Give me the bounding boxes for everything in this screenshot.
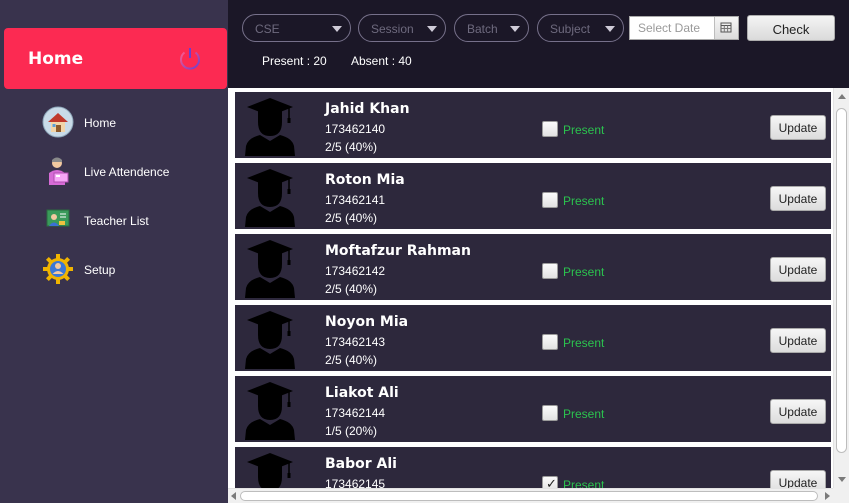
sidebar-item-live-attendence[interactable]: Live Attendence [42, 153, 222, 187]
student-list: Jahid Khan 173462140 2/5 (40%) Present U… [230, 88, 833, 488]
student-id: 173462145 [325, 477, 386, 488]
present-label: Present [563, 336, 605, 350]
power-icon[interactable] [177, 45, 203, 73]
update-button[interactable]: Update [770, 399, 826, 424]
graduate-avatar-icon [245, 311, 295, 369]
present-checkbox[interactable] [542, 405, 558, 421]
chevron-down-icon [605, 26, 615, 32]
sidebar-item-label: Teacher List [84, 214, 149, 228]
scroll-left-icon[interactable] [231, 492, 236, 500]
horizontal-scroll-thumb[interactable] [240, 491, 818, 501]
session-select-value: Session [371, 22, 414, 36]
subject-select-value: Subject [550, 22, 591, 36]
department-select[interactable]: CSE [242, 14, 351, 42]
house-icon [42, 106, 74, 138]
student-id: 173462144 [325, 406, 386, 420]
scroll-down-icon[interactable] [838, 477, 846, 482]
checkmark-icon: ✓ [546, 476, 557, 489]
chevron-down-icon [510, 26, 520, 32]
scroll-up-icon[interactable] [838, 94, 846, 99]
session-select[interactable]: Session [358, 14, 446, 42]
present-checkbox[interactable] [542, 263, 558, 279]
graduate-avatar-icon [245, 98, 295, 156]
student-card: Moftafzur Rahman 173462142 2/5 (40%) Pre… [235, 234, 831, 300]
teacher-presentation-icon [49, 157, 69, 185]
student-name: Roton Mia [325, 172, 405, 188]
student-id: 173462140 [325, 122, 386, 136]
attendance-ratio: 2/5 (40%) [325, 353, 378, 367]
update-button[interactable]: Update [770, 186, 826, 211]
present-label: Present [563, 194, 605, 208]
student-card: Jahid Khan 173462140 2/5 (40%) Present U… [235, 92, 831, 158]
home-header-title: Home [28, 49, 84, 69]
gear-user-icon [43, 254, 73, 284]
sidebar-item-label: Home [84, 116, 117, 130]
graduate-avatar-icon [245, 382, 295, 440]
update-button[interactable]: Update [770, 470, 826, 488]
vertical-scrollbar[interactable] [833, 88, 849, 488]
present-label: Present [563, 265, 605, 279]
absent-count: Absent : 40 [351, 54, 412, 68]
scrollbar-corner [833, 488, 849, 503]
scroll-right-icon[interactable] [825, 492, 830, 500]
student-id: 173462141 [325, 193, 386, 207]
student-name: Babor Ali [325, 456, 397, 472]
present-label: Present [563, 123, 605, 137]
attendance-ratio: 2/5 (40%) [325, 282, 378, 296]
graduate-avatar-icon [245, 240, 295, 298]
attendance-ratio: 2/5 (40%) [325, 140, 378, 154]
present-checkbox[interactable] [542, 121, 558, 137]
calendar-button[interactable] [714, 17, 738, 39]
batch-select-value: Batch [467, 22, 498, 36]
student-name: Moftafzur Rahman [325, 243, 471, 259]
batch-select[interactable]: Batch [454, 14, 529, 42]
sidebar-item-home[interactable]: Home [42, 104, 222, 138]
sidebar-item-setup[interactable]: Setup [42, 251, 222, 285]
present-checkbox[interactable]: ✓ [542, 476, 558, 488]
student-card: Liakot Ali 173462144 1/5 (20%) Present U… [235, 376, 831, 442]
student-id: 173462142 [325, 264, 386, 278]
horizontal-scrollbar[interactable] [228, 488, 833, 503]
vertical-scroll-thumb[interactable] [836, 108, 847, 453]
chevron-down-icon [427, 26, 437, 32]
department-select-value: CSE [255, 22, 280, 36]
teacher-board-icon [46, 209, 70, 227]
student-card: Babor Ali 173462145 ✓ Present Update [235, 447, 831, 488]
subject-select[interactable]: Subject [537, 14, 624, 42]
sidebar-item-teacher-list[interactable]: Teacher List [42, 202, 222, 236]
present-label: Present [563, 478, 605, 488]
student-name: Jahid Khan [325, 101, 410, 117]
student-name: Noyon Mia [325, 314, 409, 330]
student-name: Liakot Ali [325, 385, 399, 401]
attendance-ratio: 2/5 (40%) [325, 211, 378, 225]
student-card: Roton Mia 173462141 2/5 (40%) Present Up… [235, 163, 831, 229]
home-header[interactable]: Home [4, 28, 227, 89]
graduate-avatar-icon [245, 169, 295, 227]
update-button[interactable]: Update [770, 257, 826, 282]
chevron-down-icon [332, 26, 342, 32]
filter-bar: CSE Session Batch Subject Check Present … [228, 0, 849, 88]
graduate-avatar-icon [247, 453, 293, 488]
sidebar-item-label: Setup [84, 263, 116, 277]
check-button[interactable]: Check [747, 15, 835, 41]
present-checkbox[interactable] [542, 192, 558, 208]
sidebar: Home Home Live Attendence Teacher List S… [0, 0, 228, 503]
present-checkbox[interactable] [542, 334, 558, 350]
calendar-icon [720, 22, 732, 33]
update-button[interactable]: Update [770, 328, 826, 353]
student-card: Noyon Mia 173462143 2/5 (40%) Present Up… [235, 305, 831, 371]
student-id: 173462143 [325, 335, 386, 349]
present-label: Present [563, 407, 605, 421]
update-button[interactable]: Update [770, 115, 826, 140]
sidebar-item-label: Live Attendence [84, 165, 170, 179]
present-count: Present : 20 [262, 54, 327, 68]
date-input[interactable] [630, 17, 714, 39]
attendance-ratio: 1/5 (20%) [325, 424, 378, 438]
date-picker [629, 16, 739, 40]
